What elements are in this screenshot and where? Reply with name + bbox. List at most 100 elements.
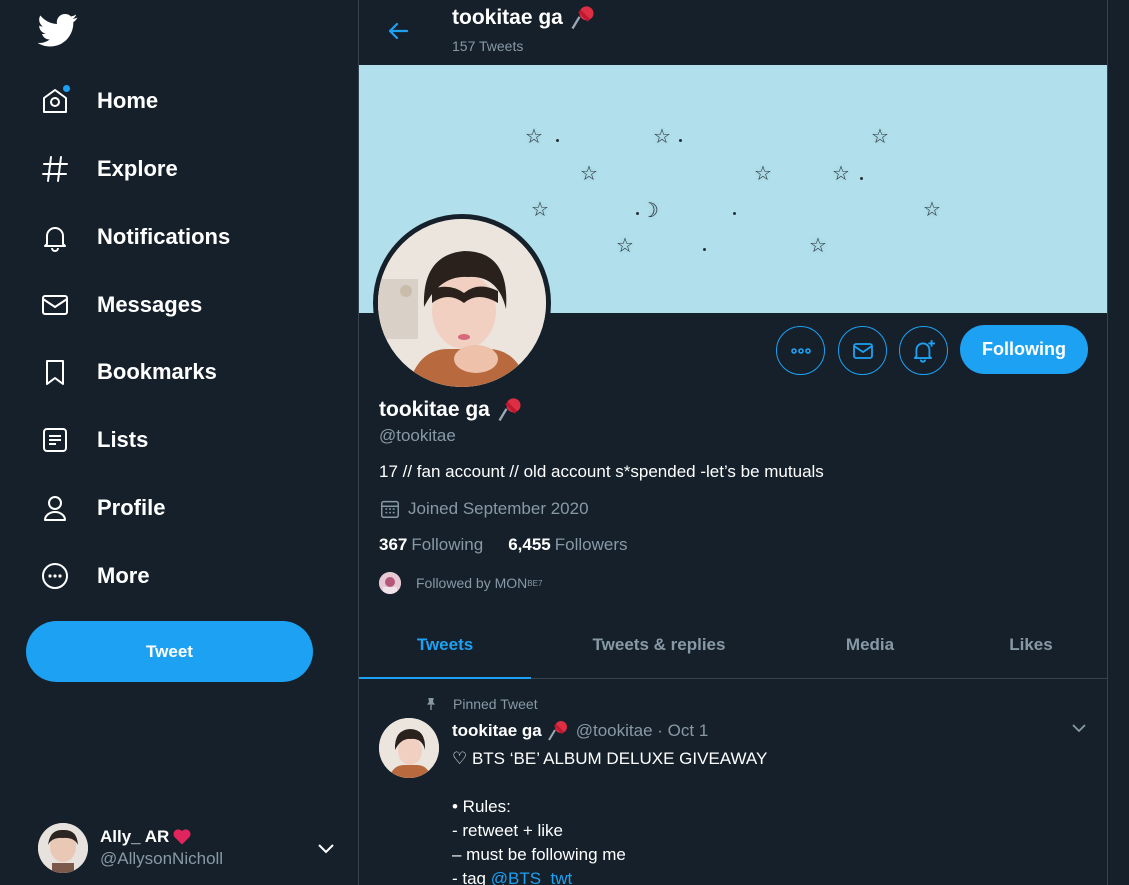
followers-count: 6,455 bbox=[508, 535, 551, 554]
heart-icon bbox=[173, 829, 191, 845]
tab-tweets[interactable]: Tweets bbox=[359, 612, 531, 679]
profile-name: tookitae ga bbox=[379, 396, 524, 424]
joined-date-text: Joined September 2020 bbox=[408, 499, 589, 518]
twitter-logo-icon[interactable] bbox=[37, 10, 78, 50]
profile-handle: @tookitae bbox=[379, 426, 456, 445]
pushpin-icon bbox=[498, 398, 521, 422]
following-link[interactable]: 367 Following bbox=[379, 535, 483, 555]
nav-notifications[interactable]: Notifications bbox=[38, 212, 230, 262]
following-button[interactable]: Following bbox=[960, 325, 1088, 374]
envelope-icon bbox=[852, 342, 873, 359]
star-decoration: ☆ bbox=[754, 163, 772, 185]
star-decoration: ☆ bbox=[580, 163, 598, 185]
tweet-line: - retweet + like bbox=[452, 821, 564, 840]
chevron-down-icon[interactable] bbox=[314, 836, 338, 860]
tweet-button[interactable]: Tweet bbox=[26, 621, 313, 682]
nav-bookmarks[interactable]: Bookmarks bbox=[38, 347, 217, 397]
bell-plus-icon bbox=[913, 339, 935, 363]
followed-by[interactable]: Followed by MON BE7 bbox=[379, 572, 542, 594]
nav-more[interactable]: More bbox=[38, 551, 150, 601]
mention-link[interactable]: @BTS_twt bbox=[491, 869, 573, 885]
nav-messages-label: Messages bbox=[97, 292, 203, 317]
dot-decoration bbox=[679, 139, 682, 142]
tweet-author-name[interactable]: tookitae ga bbox=[452, 721, 542, 741]
tab-media[interactable]: Media bbox=[787, 612, 953, 678]
followers-link[interactable]: 6,455 Followers bbox=[508, 535, 627, 555]
tab-likes[interactable]: Likes bbox=[953, 612, 1107, 678]
notification-dot bbox=[62, 84, 71, 93]
tweet-text: ♡ BTS ‘BE’ ALBUM DELUXE GIVEAWAY • Rules… bbox=[452, 747, 767, 885]
tweet-line: • Rules: bbox=[452, 797, 511, 816]
nav-explore[interactable]: Explore bbox=[38, 144, 178, 194]
follower-avatar bbox=[379, 572, 401, 594]
star-decoration: ☆ bbox=[871, 126, 889, 148]
nav-home[interactable]: Home bbox=[38, 76, 158, 126]
star-decoration: ☆ bbox=[531, 199, 549, 221]
tab-tweets-replies[interactable]: Tweets & replies bbox=[531, 612, 787, 678]
tweet-line-prefix: - tag bbox=[452, 869, 491, 885]
tweet-line: – must be following me bbox=[452, 845, 626, 864]
nav-profile-label: Profile bbox=[97, 495, 166, 520]
back-arrow-icon[interactable] bbox=[383, 16, 413, 46]
dot-decoration bbox=[860, 177, 863, 180]
more-options-button[interactable] bbox=[776, 326, 825, 375]
notify-button[interactable] bbox=[899, 326, 948, 375]
follow-stats: 367 Following 6,455 Followers bbox=[379, 535, 627, 555]
star-decoration: ☆ bbox=[616, 235, 634, 257]
person-icon bbox=[38, 491, 72, 525]
followers-label: Followers bbox=[554, 535, 628, 554]
profile-tabs: Tweets Tweets & replies Media Likes bbox=[359, 612, 1107, 679]
pinned-label: Pinned Tweet bbox=[453, 696, 538, 712]
account-avatar bbox=[38, 823, 88, 873]
star-decoration: ☆ bbox=[923, 199, 941, 221]
nav-profile[interactable]: Profile bbox=[38, 483, 165, 533]
message-button[interactable] bbox=[838, 326, 887, 375]
more-circle-icon bbox=[38, 559, 72, 593]
tweet-line: ♡ BTS ‘BE’ ALBUM DELUXE GIVEAWAY bbox=[452, 749, 768, 768]
account-handle: @AllysonNicholl bbox=[100, 849, 224, 868]
profile-name-text: tookitae ga bbox=[379, 398, 490, 421]
nav-more-label: More bbox=[97, 563, 150, 588]
nav-bookmarks-label: Bookmarks bbox=[97, 359, 217, 384]
following-label: Following bbox=[411, 535, 484, 554]
account-switcher[interactable]: Ally_ AR @AllysonNicholl bbox=[38, 820, 338, 876]
star-decoration: ☆ bbox=[832, 163, 850, 185]
tweet-line: - tag @BTS_twt bbox=[452, 867, 767, 885]
profile-avatar[interactable] bbox=[373, 214, 551, 392]
pushpin-icon bbox=[547, 721, 567, 741]
bookmark-icon bbox=[38, 355, 72, 389]
moon-decoration: ☽ bbox=[641, 200, 659, 222]
followed-by-text: Followed by MON bbox=[416, 575, 528, 591]
list-icon bbox=[38, 423, 72, 457]
header-title-text: tookitae ga bbox=[452, 6, 563, 29]
account-name: Ally_ AR bbox=[100, 827, 170, 846]
header-title: tookitae ga bbox=[452, 4, 597, 32]
tweet-author-avatar[interactable] bbox=[379, 718, 439, 778]
star-decoration: ☆ bbox=[809, 235, 827, 257]
pushpin-icon bbox=[571, 6, 594, 30]
envelope-icon bbox=[38, 288, 72, 322]
calendar-icon bbox=[381, 500, 399, 518]
nav-messages[interactable]: Messages bbox=[38, 280, 202, 330]
nav-lists[interactable]: Lists bbox=[38, 415, 148, 465]
dot-decoration bbox=[636, 212, 639, 215]
sidebar: Home Explore Notifications Messages Book… bbox=[0, 0, 358, 885]
star-decoration: ☆ bbox=[525, 126, 543, 148]
star-decoration: ☆ bbox=[653, 126, 671, 148]
pinned-indicator: Pinned Tweet bbox=[423, 696, 538, 712]
nav-notifications-label: Notifications bbox=[97, 224, 231, 249]
bell-icon bbox=[38, 220, 72, 254]
dot-decoration bbox=[733, 212, 736, 215]
tweet-meta: @tookitae · Oct 1 bbox=[575, 721, 709, 740]
profile-header-bar: tookitae ga 157 Tweets bbox=[359, 0, 1107, 64]
chevron-down-icon[interactable] bbox=[1067, 716, 1091, 740]
dot-decoration bbox=[556, 139, 559, 142]
followed-by-sup: BE7 bbox=[527, 578, 543, 588]
hashtag-icon bbox=[38, 152, 72, 186]
nav-lists-label: Lists bbox=[97, 427, 149, 452]
pin-icon bbox=[427, 698, 435, 710]
profile-bio: 17 // fan account // old account s*spend… bbox=[379, 462, 824, 481]
home-icon bbox=[38, 84, 72, 118]
nav-explore-label: Explore bbox=[97, 156, 178, 181]
following-count: 367 bbox=[379, 535, 408, 554]
